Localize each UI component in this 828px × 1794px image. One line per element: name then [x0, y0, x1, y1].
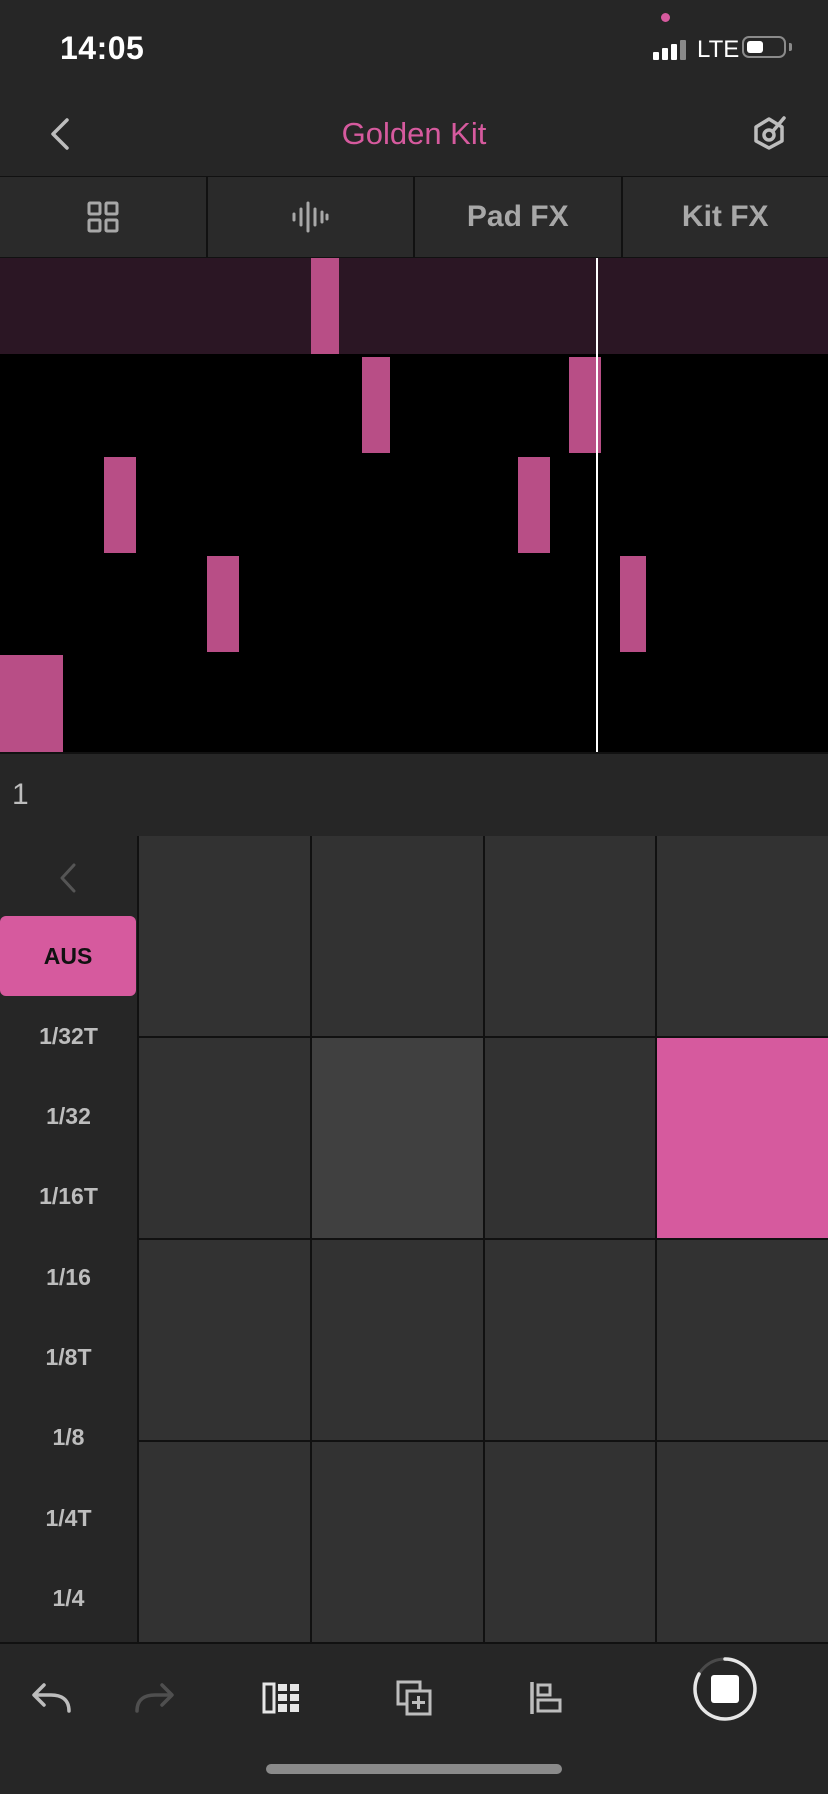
playhead — [596, 258, 598, 752]
quantize-back-button[interactable] — [48, 858, 88, 898]
quantize-option-off[interactable]: AUS — [0, 916, 136, 996]
pad-highlighted[interactable] — [312, 1038, 483, 1238]
pad[interactable] — [139, 1442, 310, 1642]
redo-button[interactable] — [124, 1668, 184, 1728]
quantize-option[interactable]: 1/16 — [0, 1237, 137, 1317]
note[interactable] — [0, 655, 63, 752]
tab-sample[interactable] — [208, 177, 416, 257]
pad[interactable] — [312, 1240, 483, 1440]
sequencer-icon — [262, 1681, 302, 1715]
quantize-option[interactable]: 1/4T — [0, 1478, 137, 1558]
note[interactable] — [620, 556, 646, 652]
tab-pad-fx[interactable]: Pad FX — [415, 177, 623, 257]
tab-kit-fx[interactable]: Kit FX — [623, 177, 828, 257]
quantize-option[interactable]: 1/8T — [0, 1317, 137, 1397]
pad[interactable] — [312, 1442, 483, 1642]
undo-button[interactable] — [22, 1668, 82, 1728]
pad[interactable] — [139, 1038, 310, 1238]
pad[interactable] — [139, 1240, 310, 1440]
pad[interactable] — [485, 1240, 656, 1440]
status-time: 14:05 — [60, 30, 144, 67]
pad[interactable] — [485, 1038, 656, 1238]
home-indicator — [266, 1764, 562, 1774]
tune-button[interactable] — [744, 108, 794, 158]
pad-selected[interactable] — [657, 1038, 828, 1238]
note[interactable] — [362, 357, 390, 453]
battery-icon — [742, 36, 786, 58]
chevron-left-icon — [58, 862, 78, 894]
undo-icon — [29, 1681, 75, 1715]
quantize-option[interactable]: 1/32T — [0, 996, 137, 1076]
selected-lane — [0, 258, 828, 354]
duplicate-button[interactable] — [384, 1668, 444, 1728]
stop-icon — [690, 1654, 760, 1724]
note[interactable] — [518, 457, 550, 553]
sequencer-button[interactable] — [252, 1668, 312, 1728]
note[interactable] — [207, 556, 239, 652]
pad[interactable] — [485, 1442, 656, 1642]
mic-indicator — [661, 13, 670, 22]
signal-icon — [653, 38, 689, 60]
quantize-option[interactable]: 1/8 — [0, 1397, 137, 1477]
pad[interactable] — [657, 1442, 828, 1642]
page-title: Golden Kit — [0, 116, 828, 152]
pad[interactable] — [139, 836, 310, 1036]
pad[interactable] — [312, 836, 483, 1036]
quantize-option[interactable]: 1/4 — [0, 1558, 137, 1638]
pad[interactable] — [657, 836, 828, 1036]
pad-grid — [139, 836, 828, 1642]
note[interactable] — [311, 258, 339, 354]
align-icon — [528, 1680, 564, 1716]
pad[interactable] — [485, 836, 656, 1036]
grid-icon — [87, 201, 119, 233]
note[interactable] — [104, 457, 136, 553]
quantize-list: AUS 1/32T 1/32 1/16T 1/16 1/8T 1/8 1/4T … — [0, 836, 139, 1642]
quantize-option[interactable]: 1/16T — [0, 1156, 137, 1236]
tuning-icon — [749, 113, 789, 153]
title-bar: Golden Kit — [0, 90, 828, 178]
waveform-icon — [291, 200, 329, 234]
align-button[interactable] — [516, 1668, 576, 1728]
stop-button[interactable] — [690, 1654, 760, 1724]
quantize-option[interactable]: 1/32 — [0, 1076, 137, 1156]
battery-tip — [789, 43, 792, 51]
redo-icon — [131, 1681, 177, 1715]
tab-bar: Pad FX Kit FX — [0, 177, 828, 259]
step-bar: 1 — [0, 752, 828, 838]
network-type: LTE — [697, 36, 739, 64]
duplicate-icon — [395, 1679, 433, 1717]
note-roll[interactable] — [0, 258, 828, 752]
pad[interactable] — [657, 1240, 828, 1440]
tab-pads[interactable] — [0, 177, 208, 257]
step-number: 1 — [12, 778, 29, 812]
status-bar: 14:05 LTE — [0, 0, 828, 90]
